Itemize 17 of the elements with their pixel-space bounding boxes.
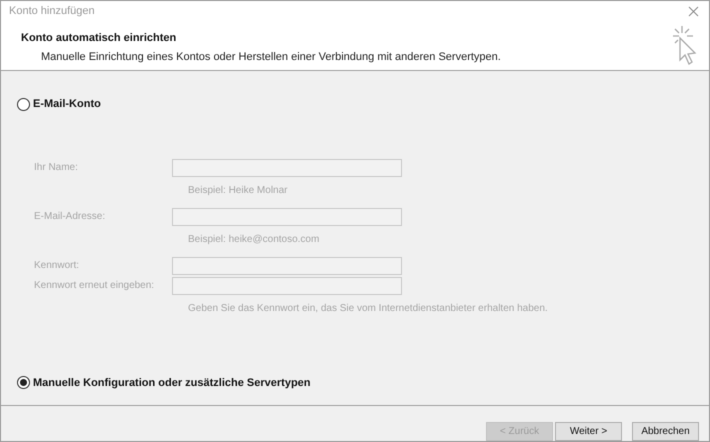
- radio-button[interactable]: [17, 98, 30, 111]
- header-subtitle: Manuelle Einrichtung eines Kontos oder Herstellen einer Verbindung mit anderen Servertypen.: [41, 50, 501, 64]
- field-label: Kennwort:: [34, 259, 80, 273]
- close-icon[interactable]: [688, 6, 699, 17]
- radio-option[interactable]: Manuelle Konfiguration oder zusätzliche Servertypen: [17, 374, 310, 391]
- field-label: E-Mail-Adresse:: [34, 210, 106, 224]
- radio-button[interactable]: [17, 376, 30, 390]
- header-title: Konto automatisch einrichten: [21, 31, 178, 46]
- field-hint: Beispiel: Heike Molnar: [188, 184, 288, 198]
- window-title: Konto hinzufügen: [9, 4, 95, 20]
- field-hint: Geben Sie das Kennwort ein, das Sie vom Internetdienstanbieter erhalten haben.: [188, 302, 549, 316]
- field-label: Ihr Name:: [34, 161, 79, 175]
- field-hint: Beispiel: heike@contoso.com: [188, 232, 320, 246]
- field-label: Kennwort erneut eingeben:: [34, 279, 156, 293]
- dialog-button[interactable]: Abbrechen: [632, 422, 699, 441]
- dialog-button[interactable]: Weiter >: [555, 422, 622, 441]
- radio-option[interactable]: E-Mail-Konto: [17, 96, 101, 112]
